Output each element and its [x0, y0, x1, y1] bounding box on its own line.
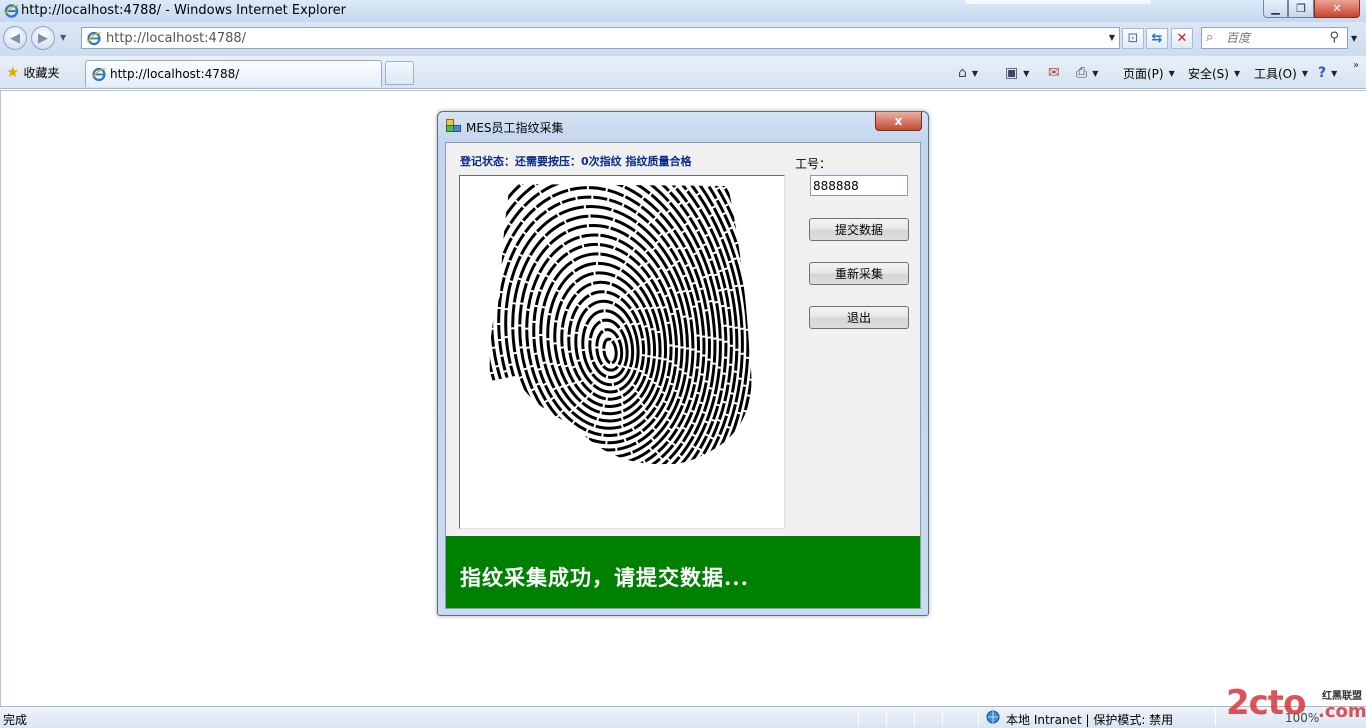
compatibility-icon: ⊡ — [1127, 31, 1139, 46]
chevron-down-icon: ▼ — [1023, 68, 1030, 78]
navigation-bar: ◀ ▶ ▼ http://localhost:4788/ ▼ ⊡ ⇆ ✕ ⌕ ⚲… — [0, 22, 1366, 56]
status-divider — [886, 709, 887, 726]
page-menu-label: 页面(P) — [1123, 66, 1164, 81]
window-title-bar: http://localhost:4788/ - Windows Interne… — [0, 0, 1366, 22]
registration-status-text: 登记状态：还需要按压：0次指纹 指纹质量合格 — [460, 155, 692, 168]
address-url: http://localhost:4788/ — [106, 31, 247, 46]
favorites-command-bar: ★ 收藏夹 http://localhost:4788/ ⌂ ▼ ▣ ▼ ✉ ⎙ ▼ … — [0, 56, 1366, 89]
refresh-button[interactable]: ⇆ — [1146, 28, 1168, 49]
safety-menu-label: 安全(S) — [1188, 66, 1229, 81]
favorites-button[interactable]: ★ 收藏夹 — [6, 63, 59, 81]
chevron-down-icon: ▼ — [1301, 68, 1308, 78]
printer-icon: ⎙ — [1076, 65, 1088, 81]
minimize-button[interactable]: ▁ — [1263, 0, 1288, 18]
maximize-button[interactable]: ❐ — [1288, 0, 1314, 18]
fingerprint-dialog: MES员工指纹采集 x 登记状态：还需要按压：0次指纹 指纹质量合格 工号： 提… — [437, 111, 929, 616]
restore-icon: ❐ — [1296, 2, 1306, 15]
read-mail-button[interactable]: ✉ — [1048, 64, 1060, 82]
new-tab-button[interactable] — [385, 61, 414, 85]
dialog-title: MES员工指纹采集 — [466, 121, 564, 135]
page-icon — [92, 67, 106, 82]
refresh-icon: ⇆ — [1151, 31, 1163, 46]
fingerprint-ridge — [595, 328, 624, 372]
tools-menu[interactable]: 工具(O) ▼ — [1254, 64, 1308, 82]
tab-label: http://localhost:4788/ — [110, 67, 240, 81]
home-icon: ⌂ — [958, 65, 967, 81]
close-icon: x — [894, 114, 903, 128]
browser-tab[interactable]: http://localhost:4788/ — [85, 60, 382, 87]
help-button[interactable]: ? ▼ — [1318, 64, 1337, 82]
title-bar-highlight — [965, 0, 1151, 4]
chevron-down-icon: ▼ — [1233, 68, 1241, 78]
chevron-down-icon: ▼ — [1092, 68, 1099, 78]
star-icon: ★ — [6, 63, 20, 81]
fingerprint-image — [489, 184, 752, 465]
search-provider-icon: ⌕ — [1206, 30, 1214, 45]
stop-button[interactable]: ✕ — [1171, 28, 1193, 49]
dialog-client-area: 登记状态：还需要按压：0次指纹 指纹质量合格 工号： 提交数据 重新采集 退出 … — [445, 142, 921, 609]
page-icon — [87, 31, 101, 46]
window-title: http://localhost:4788/ - Windows Interne… — [21, 3, 347, 18]
address-dropdown-icon[interactable]: ▼ — [1109, 33, 1115, 42]
close-icon: ✕ — [1332, 2, 1342, 15]
history-dropdown-icon[interactable]: ▼ — [60, 33, 66, 42]
close-window-button[interactable]: ✕ — [1314, 0, 1360, 18]
site-watermark: 2cto 红黑联盟 .com — [1226, 683, 1366, 728]
address-bar[interactable]: http://localhost:4788/ ▼ — [81, 27, 1120, 49]
dialog-close-button[interactable]: x — [875, 112, 922, 131]
submit-data-button[interactable]: 提交数据 — [809, 218, 909, 241]
help-icon: ? — [1318, 65, 1327, 81]
rss-feed-icon: ▣ — [1005, 65, 1019, 81]
mail-icon: ✉ — [1048, 65, 1060, 81]
page-menu[interactable]: 页面(P) ▼ — [1123, 64, 1175, 82]
employee-id-label: 工号： — [795, 157, 832, 171]
stop-icon: ✕ — [1176, 31, 1188, 46]
search-input[interactable] — [1226, 30, 1322, 46]
chevron-down-icon: ▼ — [971, 68, 979, 78]
intranet-zone-icon — [986, 710, 1000, 724]
back-arrow-icon: ◀ — [10, 30, 20, 46]
compatibility-view-button[interactable]: ⊡ — [1122, 28, 1144, 49]
feeds-button[interactable]: ▣ ▼ — [1005, 64, 1029, 82]
status-divider — [914, 709, 915, 726]
print-button[interactable]: ⎙ ▼ — [1076, 64, 1098, 82]
safety-menu[interactable]: 安全(S) ▼ — [1188, 64, 1240, 82]
fingerprint-ridge — [602, 337, 618, 365]
recapture-button[interactable]: 重新采集 — [809, 262, 909, 285]
search-icon[interactable]: ⚲ — [1329, 30, 1339, 45]
tools-menu-label: 工具(O) — [1254, 66, 1297, 81]
status-text: 完成 — [3, 713, 28, 727]
status-divider — [858, 709, 859, 726]
exit-button[interactable]: 退出 — [809, 306, 909, 329]
back-button[interactable]: ◀ — [3, 26, 27, 50]
status-bar: 完成 本地 Intranet | 保护模式: 禁用 100% — [0, 706, 1366, 728]
success-banner: 指纹采集成功，请提交数据... — [446, 536, 920, 608]
more-commands-icon[interactable]: » — [1353, 60, 1359, 71]
forward-button[interactable]: ▶ — [31, 26, 55, 50]
forward-arrow-icon: ▶ — [38, 30, 48, 46]
minimize-icon: ▁ — [1271, 2, 1280, 15]
status-divider — [978, 709, 979, 726]
search-dropdown-icon[interactable]: ▼ — [1351, 34, 1357, 43]
chevron-down-icon: ▼ — [1168, 68, 1175, 78]
fingerprint-image-box — [459, 175, 785, 529]
watermark-side-text: 红黑联盟 — [1322, 691, 1362, 702]
watermark-domain-text: .com — [1318, 701, 1366, 722]
favorites-label: 收藏夹 — [23, 65, 60, 80]
search-box[interactable]: ⌕ ⚲ — [1201, 27, 1348, 49]
status-divider — [1215, 709, 1216, 726]
chevron-down-icon: ▼ — [1331, 68, 1338, 78]
security-zone-text[interactable]: 本地 Intranet | 保护模式: 禁用 — [1006, 711, 1173, 728]
app-window-icon — [446, 119, 461, 132]
watermark-logo-text: 2cto — [1226, 683, 1306, 723]
home-button[interactable]: ⌂ ▼ — [958, 64, 978, 82]
success-message: 指纹采集成功，请提交数据... — [460, 565, 749, 590]
status-divider — [942, 709, 943, 726]
employee-id-input[interactable] — [810, 175, 908, 196]
ie-logo-icon — [4, 4, 19, 18]
